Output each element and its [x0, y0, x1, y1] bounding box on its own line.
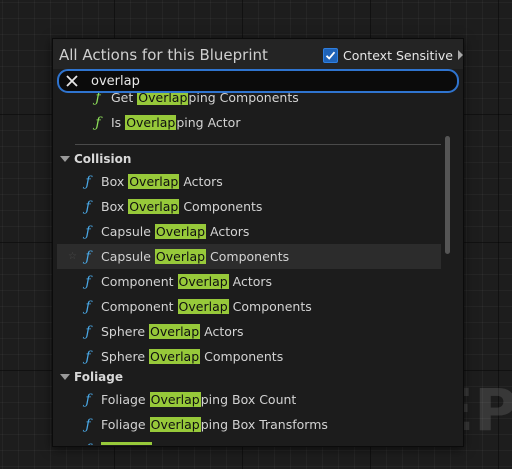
function-icon: ƒ [85, 323, 91, 340]
list-item-label: Box Overlap Components [101, 199, 263, 214]
function-icon: ƒ [85, 416, 91, 433]
list-item-label: Capsule Overlap Components [101, 249, 290, 264]
action-menu: All Actions for this Blueprint Context S… [52, 38, 464, 447]
list-item-label: Sphere Overlap Components [101, 349, 284, 364]
function-icon: ƒ [95, 93, 101, 106]
star-icon[interactable]: ☆ [68, 251, 77, 262]
expand-arrow-icon[interactable] [457, 50, 463, 60]
list-item[interactable]: ƒ Component Overlap Actors [81, 269, 272, 294]
list-item-label: Overlap [101, 442, 153, 445]
function-icon: ƒ [81, 442, 95, 446]
collapse-arrow-icon[interactable] [60, 156, 70, 162]
list-item[interactable]: ƒ Get Overlapping Components [91, 93, 299, 110]
category-collision[interactable]: Collision [60, 148, 131, 170]
function-icon: ƒ [85, 298, 91, 315]
list-item-hovered[interactable]: ☆ ƒ Capsule Overlap Components [57, 244, 441, 269]
scrollbar-thumb[interactable] [445, 136, 450, 254]
list-item[interactable]: ƒ Foliage Overlapping Box Count [81, 387, 296, 412]
list-item-label: Foliage Overlapping Box Count [101, 392, 297, 407]
list-item[interactable]: ƒ Box Overlap Actors [81, 169, 223, 194]
menu-header: All Actions for this Blueprint Context S… [53, 39, 463, 69]
context-sensitive-label: Context Sensitive [343, 47, 453, 63]
function-icon: ƒ [85, 348, 91, 365]
list-item-label: Get Overlapping Components [111, 93, 299, 105]
list-item[interactable]: ƒ Foliage Overlapping Box Transforms [81, 412, 328, 437]
context-sensitive-toggle[interactable]: Context Sensitive [323, 47, 463, 63]
function-icon: ƒ [85, 391, 91, 408]
function-icon: ƒ [95, 114, 101, 131]
list-item-label: Foliage Overlapping Box Transforms [101, 417, 328, 432]
list-item[interactable]: ƒ Overlap [81, 437, 153, 446]
category-label: Foliage [74, 370, 124, 384]
function-icon: ƒ [85, 173, 91, 190]
menu-title: All Actions for this Blueprint [59, 46, 268, 64]
list-item-label: Component Overlap Actors [101, 274, 273, 289]
list-item-label: Capsule Overlap Actors [101, 224, 250, 239]
list-item[interactable]: ƒ Sphere Overlap Actors [81, 319, 244, 344]
context-sensitive-checkbox[interactable] [323, 47, 338, 63]
list-item-label: Component Overlap Components [101, 299, 312, 314]
divider [75, 144, 441, 145]
category-foliage[interactable]: Foliage [60, 366, 123, 388]
close-icon[interactable] [65, 74, 79, 88]
category-label: Collision [74, 152, 132, 166]
collapse-arrow-icon[interactable] [60, 374, 70, 380]
function-icon: ƒ [85, 223, 91, 240]
search-box[interactable] [57, 69, 459, 93]
function-icon: ƒ [85, 273, 91, 290]
action-list: ƒ Get Overlapping Components ƒ Is Overla… [53, 93, 451, 445]
list-item[interactable]: ƒ Box Overlap Components [81, 194, 262, 219]
list-item-label: Sphere Overlap Actors [101, 324, 244, 339]
list-item[interactable]: ƒ Capsule Overlap Actors [81, 219, 249, 244]
list-item-label: Box Overlap Actors [101, 174, 223, 189]
function-icon: ƒ [85, 198, 91, 215]
list-item[interactable]: ƒ Component Overlap Components [81, 294, 312, 319]
search-input[interactable] [91, 72, 421, 90]
checkmark-icon [325, 51, 336, 60]
list-item[interactable]: ƒ Is Overlapping Actor [91, 110, 240, 135]
list-item-label: Is Overlapping Actor [111, 115, 241, 130]
function-icon: ƒ [85, 248, 91, 265]
